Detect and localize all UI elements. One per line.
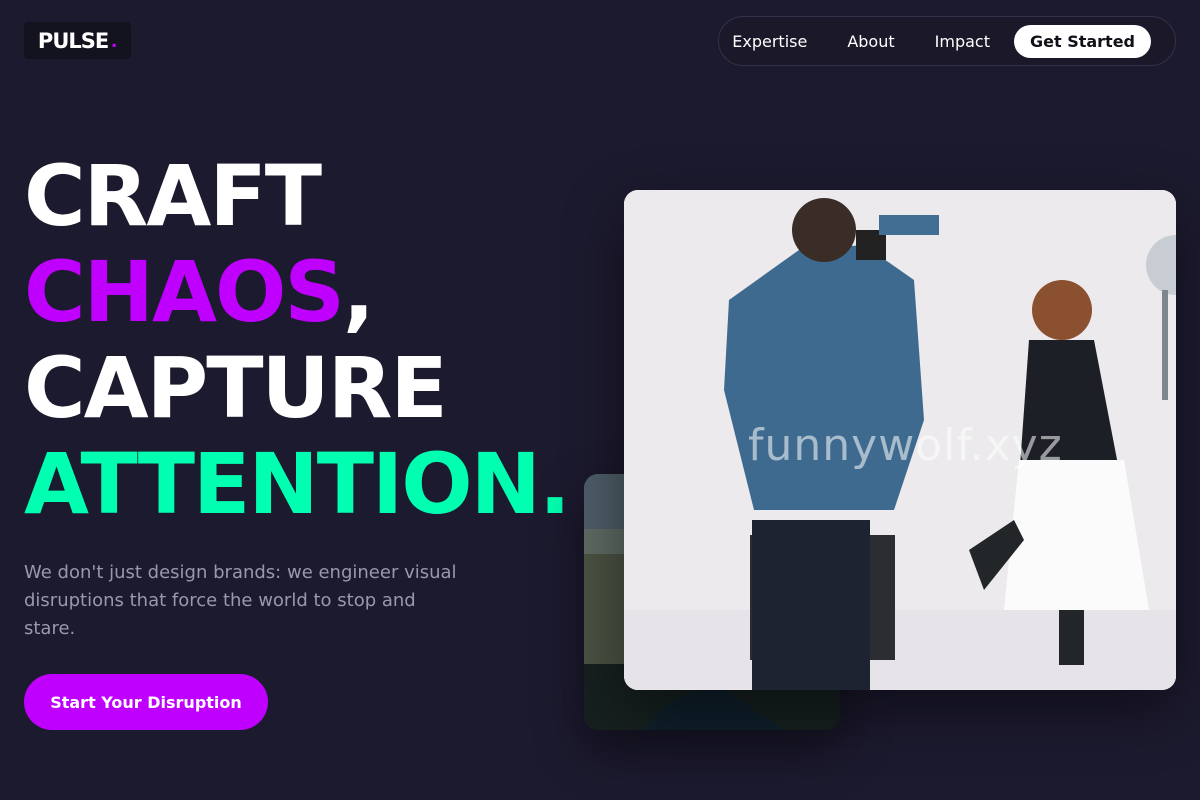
hero-photo: funnywolf.xyz (624, 190, 1176, 690)
nav-link-expertise[interactable]: Expertise (732, 32, 807, 51)
logo-dot: . (111, 28, 118, 52)
hero-subtext: We don't just design brands: we engineer… (24, 562, 457, 639)
nav-link-about[interactable]: About (847, 32, 894, 51)
headline-line-3: CAPTURE (24, 339, 448, 437)
logo[interactable]: PULSE. (24, 22, 131, 59)
headline-comma: , (342, 243, 375, 341)
logo-text: PULSE (37, 28, 109, 53)
main-nav: Expertise About Impact Get Started (718, 16, 1176, 66)
watermark-text: funnywolf.xyz (748, 420, 1063, 471)
headline-highlight-chaos: CHAOS (24, 243, 345, 341)
headline-line-1: CRAFT (24, 147, 322, 245)
headline-line-4: ATTENTION. (24, 435, 571, 533)
start-disruption-button[interactable]: Start Your Disruption (24, 674, 268, 730)
get-started-button[interactable]: Get Started (1013, 24, 1151, 58)
nav-link-impact[interactable]: Impact (935, 32, 990, 51)
headline-line-2: CHAOS, (24, 244, 569, 340)
hero-headline: CRAFT CHAOS, CAPTURE ATTENTION. (24, 147, 571, 533)
